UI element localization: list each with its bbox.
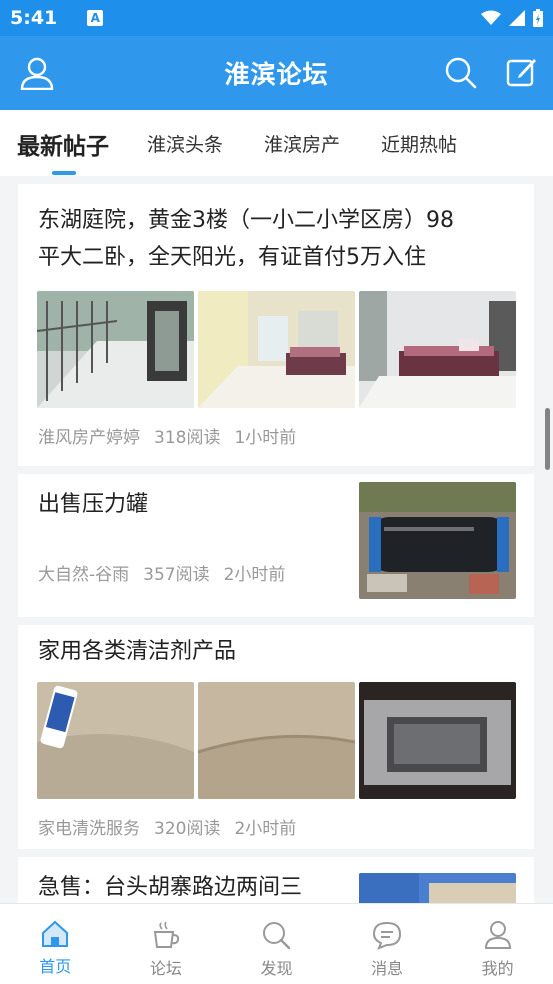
post-image-living-room[interactable] [198,291,355,408]
post-image-cleaner[interactable] [37,682,194,799]
post-meta: 淮风房产婷婷 318阅读 1小时前 [38,423,296,448]
post-item[interactable]: 家用各类清洁剂产品 家电清洗服务 320阅读 2小时前 [18,625,534,849]
post-feed[interactable]: 东湖庭院，黄金3楼（一小二小学区房）98 平大二卧，全天阳光，有证首付5万入住 [18,184,534,904]
cellular-signal-icon [509,10,525,26]
tab-bar: 最新帖子 淮滨头条 淮滨房产 近期热帖 [0,110,553,176]
profile-button[interactable] [20,56,54,94]
nav-messages[interactable]: 消息 [332,904,443,984]
bottom-navigation: 首页 论坛 发现 消息 我的 [0,903,553,984]
post-image-sofa-room[interactable] [359,291,516,408]
post-item[interactable]: 急售：台头胡寨路边两间三 [18,857,534,904]
cleaner-spray-photo [37,682,194,799]
post-item[interactable]: 东湖庭院，黄金3楼（一小二小学区房）98 平大二卧，全天阳光，有证首付5万入住 [18,184,534,466]
nav-label: 发现 [260,959,293,978]
edit-icon [506,59,536,87]
search-icon [263,922,291,950]
status-bar: 5:41 A [0,0,553,36]
leather-sofa-photo [198,682,355,799]
tab-latest-posts[interactable]: 最新帖子 [17,127,109,161]
post-item[interactable]: 出售压力罐 大自然-谷雨 357阅读 2小时前 [18,474,534,617]
nav-label: 我的 [481,959,514,978]
status-time: 5:41 [10,7,58,29]
nav-label: 消息 [371,959,404,978]
search-icon [445,57,477,89]
post-image-building[interactable] [359,873,516,904]
active-tab-indicator [52,171,76,175]
tab-huaibin-real-estate[interactable]: 淮滨房产 [264,130,340,157]
battery-icon [533,9,543,27]
post-meta: 大自然-谷雨 357阅读 2小时前 [38,560,285,585]
post-author[interactable]: 淮风房产婷婷 [38,423,140,448]
nav-discover[interactable]: 发现 [221,904,332,984]
post-image-range-hood[interactable] [359,682,516,799]
post-author[interactable]: 大自然-谷雨 [38,560,129,585]
post-title: 急售：台头胡寨路边两间三 [38,875,303,900]
sofa-room-photo [359,291,516,408]
post-time: 2小时前 [234,819,297,839]
nav-label: 论坛 [149,959,182,978]
post-title: 东湖庭院，黄金3楼（一小二小学区房）98 平大二卧，全天阳光，有证首付5万入住 [38,202,454,276]
post-title: 家用各类清洁剂产品 [38,639,237,664]
post-reads: 357阅读 [143,565,210,585]
range-hood-photo [359,682,516,799]
living-room-photo [198,291,355,408]
post-reads: 320阅读 [154,819,221,839]
post-image-pressure-tank[interactable] [359,482,516,599]
post-time: 2小时前 [223,565,286,585]
post-image-balcony[interactable] [37,291,194,408]
nav-mine[interactable]: 我的 [442,904,553,984]
post-meta: 家电清洗服务 320阅读 2小时前 [38,814,296,839]
post-image-leather-sofa[interactable] [198,682,355,799]
post-author[interactable]: 家电清洗服务 [38,814,140,839]
app-title: 淮滨论坛 [224,60,329,89]
tab-huaibin-headlines[interactable]: 淮滨头条 [147,130,223,157]
wifi-icon [481,10,501,25]
user-icon [484,921,511,949]
nav-forum[interactable]: 论坛 [111,904,222,984]
notification-icon: A [87,10,104,26]
nav-label: 首页 [39,957,72,976]
chat-bubble-icon [373,921,402,950]
search-button[interactable] [444,56,478,94]
user-icon [20,57,54,91]
pressure-tank-photo [359,482,516,599]
nav-home[interactable]: 首页 [0,904,111,984]
balcony-photo [37,291,194,408]
post-time: 1小时前 [234,428,297,448]
home-icon [42,920,69,947]
post-title: 出售压力罐 [38,492,149,517]
app-bar: 淮滨论坛 [0,36,553,110]
post-title-line: 东湖庭院，黄金3楼（一小二小学区房）98 [38,208,454,233]
status-icons [481,9,543,27]
coffee-cup-icon [153,921,180,948]
post-reads: 318阅读 [154,428,221,448]
scrollbar[interactable] [545,408,550,470]
post-title-line: 平大二卧，全天阳光，有证首付5万入住 [38,245,426,270]
compose-button[interactable] [506,56,538,92]
tab-recent-hot[interactable]: 近期热帖 [381,130,457,157]
building-photo [359,873,516,904]
